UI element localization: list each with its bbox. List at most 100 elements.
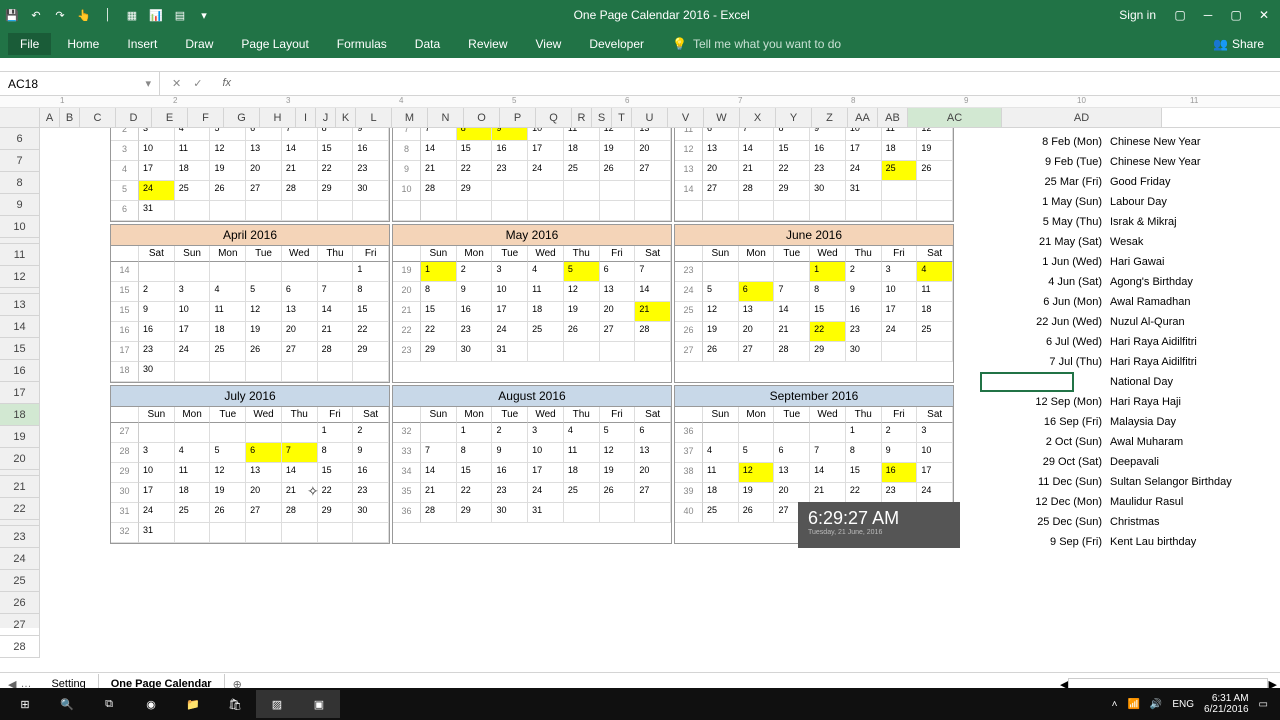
day-cell[interactable]: 31: [492, 342, 528, 362]
row-header-18[interactable]: 18: [0, 404, 40, 426]
day-cell[interactable]: [175, 362, 211, 382]
day-cell[interactable]: 13: [600, 282, 636, 302]
holiday-row[interactable]: 6 Jul (Wed)Hari Raya Aidilfitri: [1010, 332, 1280, 352]
day-cell[interactable]: 1: [810, 262, 846, 282]
day-cell[interactable]: [810, 201, 846, 221]
day-cell[interactable]: 22: [774, 161, 810, 181]
holiday-row[interactable]: 12 Sep (Mon)Hari Raya Haji: [1010, 392, 1280, 412]
day-cell[interactable]: [139, 262, 175, 282]
day-cell[interactable]: 13: [739, 302, 775, 322]
day-cell[interactable]: 21: [282, 161, 318, 181]
day-cell[interactable]: 8: [318, 128, 354, 141]
day-cell[interactable]: 9: [846, 282, 882, 302]
chrome-icon[interactable]: ◉: [130, 690, 172, 718]
day-cell[interactable]: 18: [210, 322, 246, 342]
task-view-icon[interactable]: ⧉: [88, 690, 130, 718]
day-cell[interactable]: 10: [882, 282, 918, 302]
ribbon-tab-draw[interactable]: Draw: [173, 33, 225, 55]
row-header-24[interactable]: 24: [0, 548, 40, 570]
day-cell[interactable]: 18: [175, 483, 211, 503]
col-header-Q[interactable]: Q: [536, 108, 572, 127]
ribbon-tab-developer[interactable]: Developer: [577, 33, 656, 55]
day-cell[interactable]: 10: [917, 443, 953, 463]
day-cell[interactable]: [210, 262, 246, 282]
col-header-O[interactable]: O: [464, 108, 500, 127]
search-icon[interactable]: 🔍: [46, 690, 88, 718]
day-cell[interactable]: 25: [564, 483, 600, 503]
wifi-icon[interactable]: 📶: [1127, 699, 1139, 710]
row-header-12[interactable]: 12: [0, 266, 40, 288]
account-icon[interactable]: ▢: [1168, 3, 1192, 27]
day-cell[interactable]: [739, 201, 775, 221]
day-cell[interactable]: 13: [635, 128, 671, 141]
day-cell[interactable]: 6: [282, 282, 318, 302]
day-cell[interactable]: 5: [564, 262, 600, 282]
day-cell[interactable]: 4: [210, 282, 246, 302]
holiday-row[interactable]: 1 May (Sun)Labour Day: [1010, 192, 1280, 212]
holiday-row[interactable]: 6 Jun (Mon)Awal Ramadhan: [1010, 292, 1280, 312]
holiday-row[interactable]: 12 Dec (Mon)Maulidur Rasul: [1010, 492, 1280, 512]
col-header-E[interactable]: E: [152, 108, 188, 127]
day-cell[interactable]: 28: [739, 181, 775, 201]
day-cell[interactable]: [882, 342, 918, 362]
day-cell[interactable]: 3: [882, 262, 918, 282]
day-cell[interactable]: 6: [635, 423, 671, 443]
maximize-icon[interactable]: ▢: [1224, 3, 1248, 27]
row-header-16[interactable]: 16: [0, 360, 40, 382]
day-cell[interactable]: 12: [246, 302, 282, 322]
holiday-row[interactable]: 5 May (Thu)Israk & Mikraj: [1010, 212, 1280, 232]
col-header-Z[interactable]: Z: [812, 108, 848, 127]
day-cell[interactable]: 9: [353, 128, 389, 141]
day-cell[interactable]: 21: [318, 322, 354, 342]
day-cell[interactable]: 9: [457, 282, 493, 302]
day-cell[interactable]: 24: [528, 161, 564, 181]
day-cell[interactable]: [318, 262, 354, 282]
day-cell[interactable]: 8: [774, 128, 810, 141]
day-cell[interactable]: 26: [917, 161, 953, 181]
day-cell[interactable]: 7: [774, 282, 810, 302]
day-cell[interactable]: [635, 201, 671, 221]
col-header-J[interactable]: J: [316, 108, 336, 127]
day-cell[interactable]: [246, 423, 282, 443]
day-cell[interactable]: [635, 181, 671, 201]
day-cell[interactable]: 5: [246, 282, 282, 302]
day-cell[interactable]: 25: [210, 342, 246, 362]
day-cell[interactable]: 10: [492, 282, 528, 302]
day-cell[interactable]: 20: [774, 483, 810, 503]
day-cell[interactable]: 1: [846, 423, 882, 443]
holiday-row[interactable]: 2 Oct (Sun)Awal Muharam: [1010, 432, 1280, 452]
sheet-area[interactable]: 2345678931011121314151641718192021222352…: [40, 128, 1280, 628]
holiday-row[interactable]: 8 Feb (Mon)Chinese New Year: [1010, 132, 1280, 152]
day-cell[interactable]: 14: [635, 282, 671, 302]
formula-input[interactable]: [243, 76, 1280, 91]
day-cell[interactable]: 17: [846, 141, 882, 161]
col-header-H[interactable]: H: [260, 108, 296, 127]
day-cell[interactable]: 28: [282, 503, 318, 523]
day-cell[interactable]: 17: [917, 463, 953, 483]
day-cell[interactable]: 15: [421, 302, 457, 322]
day-cell[interactable]: 27: [635, 161, 671, 181]
day-cell[interactable]: 10: [528, 443, 564, 463]
day-cell[interactable]: 4: [564, 423, 600, 443]
day-cell[interactable]: 20: [600, 302, 636, 322]
day-cell[interactable]: 20: [703, 161, 739, 181]
day-cell[interactable]: 11: [703, 463, 739, 483]
day-cell[interactable]: 29: [353, 342, 389, 362]
day-cell[interactable]: [246, 523, 282, 543]
day-cell[interactable]: 6: [246, 443, 282, 463]
day-cell[interactable]: 12: [600, 443, 636, 463]
holiday-row[interactable]: 16 Sep (Fri)Malaysia Day: [1010, 412, 1280, 432]
excel-icon[interactable]: ▨: [256, 690, 298, 718]
row-header-20[interactable]: 20: [0, 448, 40, 470]
row-header-13[interactable]: 13: [0, 294, 40, 316]
day-cell[interactable]: 26: [564, 322, 600, 342]
ribbon-tab-page-layout[interactable]: Page Layout: [229, 33, 320, 55]
day-cell[interactable]: 15: [457, 463, 493, 483]
camtasia-icon[interactable]: ▣: [298, 690, 340, 718]
day-cell[interactable]: 29: [810, 342, 846, 362]
day-cell[interactable]: 16: [139, 322, 175, 342]
day-cell[interactable]: [600, 181, 636, 201]
day-cell[interactable]: [564, 181, 600, 201]
day-cell[interactable]: 20: [635, 141, 671, 161]
row-header-9[interactable]: 9: [0, 194, 40, 216]
